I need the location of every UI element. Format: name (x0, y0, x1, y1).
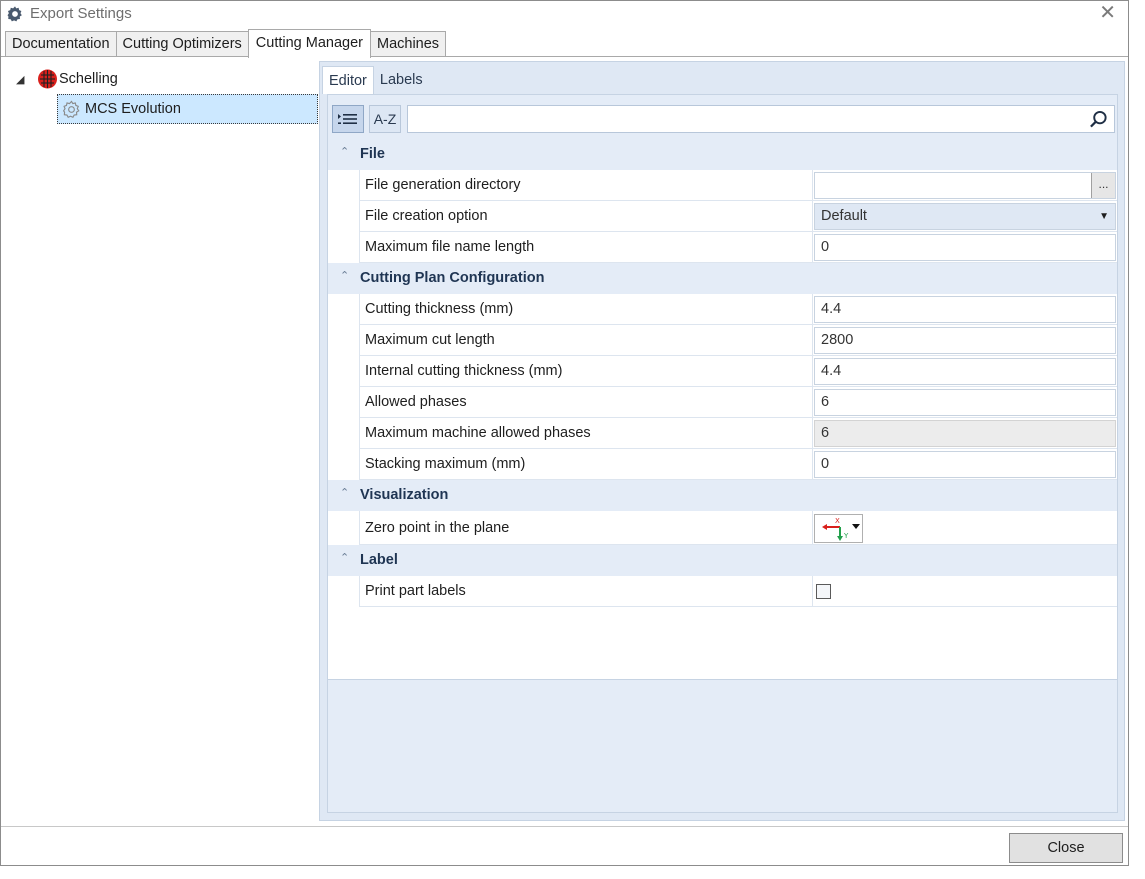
property-name: Cutting thickness (mm) (359, 294, 812, 325)
maximum-machine-allowed-phases-field: 6 (814, 420, 1116, 447)
close-button[interactable]: Close (1009, 833, 1123, 863)
description-panel (328, 680, 1117, 812)
category-visualization[interactable]: ⌃ Visualization (328, 480, 1117, 511)
settings-pane: Editor Labels A-Z ⌃ File File generation… (319, 61, 1125, 821)
search-icon[interactable] (1089, 110, 1108, 129)
category-label: Cutting Plan Configuration (360, 270, 545, 286)
file-creation-option-dropdown[interactable]: Default ▼ (814, 203, 1116, 230)
property-name: Zero point in the plane (359, 511, 812, 545)
chevron-up-icon[interactable]: ⌃ (340, 269, 349, 282)
tree-item-mcs-evolution[interactable]: MCS Evolution (57, 94, 318, 124)
sub-tab-strip: Editor Labels (322, 66, 429, 94)
property-row: Maximum cut length 2800 (328, 325, 1117, 356)
property-row: Maximum file name length 0 (328, 232, 1117, 263)
categorized-view-button[interactable] (332, 105, 364, 133)
category-cutting-plan-configuration[interactable]: ⌃ Cutting Plan Configuration (328, 263, 1117, 294)
property-row: Stacking maximum (mm) 0 (328, 449, 1117, 480)
category-file[interactable]: ⌃ File (328, 139, 1117, 170)
svg-text:X: X (835, 517, 840, 525)
export-settings-dialog: Export Settings ✕ Documentation Cutting … (0, 0, 1129, 866)
main-tab-strip: Documentation Cutting Optimizers Cutting… (5, 29, 447, 58)
category-label: Label (360, 552, 398, 568)
property-row: File generation directory ... (328, 170, 1117, 201)
property-name: File generation directory (359, 170, 812, 201)
internal-cutting-thickness-field[interactable]: 4.4 (814, 358, 1116, 385)
gear-icon (7, 6, 22, 22)
category-label: Visualization (360, 487, 449, 503)
property-name: Stacking maximum (mm) (359, 449, 812, 480)
property-row: Print part labels (328, 576, 1117, 607)
cutting-thickness-field[interactable]: 4.4 (814, 296, 1116, 323)
stacking-maximum-field[interactable]: 0 (814, 451, 1116, 478)
chevron-up-icon[interactable]: ⌃ (340, 486, 349, 499)
property-name: Maximum file name length (359, 232, 812, 263)
close-icon[interactable]: ✕ (1099, 3, 1116, 23)
tab-documentation[interactable]: Documentation (5, 31, 117, 57)
expand-collapse-icon[interactable]: ◢ (16, 73, 24, 86)
tab-cutting-optimizers[interactable]: Cutting Optimizers (115, 31, 249, 57)
search-input[interactable] (407, 105, 1115, 133)
machine-tree: ◢ Schelling MCS Evolution (1, 57, 319, 825)
chevron-up-icon[interactable]: ⌃ (340, 145, 349, 158)
tree-item-schelling[interactable]: Schelling (59, 71, 118, 87)
property-name: File creation option (359, 201, 812, 232)
chevron-up-icon[interactable]: ⌃ (340, 551, 349, 564)
file-generation-directory-field[interactable]: ... (814, 172, 1116, 199)
zero-point-dropdown[interactable]: X Y (814, 514, 863, 543)
footer-divider (1, 826, 1128, 827)
browse-button[interactable]: ... (1091, 173, 1115, 198)
property-grid: ⌃ File File generation directory ... Fil… (328, 139, 1117, 607)
allowed-phases-field[interactable]: 6 (814, 389, 1116, 416)
categorized-list-icon (338, 114, 357, 124)
property-name: Maximum machine allowed phases (359, 418, 812, 449)
title-bar: Export Settings ✕ (1, 1, 1128, 28)
tab-cutting-manager[interactable]: Cutting Manager (247, 29, 371, 58)
property-row: File creation option Default ▼ (328, 201, 1117, 232)
property-editor: A-Z ⌃ File File generation directory ...… (327, 94, 1118, 813)
tab-machines[interactable]: Machines (370, 31, 447, 57)
dropdown-arrow-icon: ▼ (1099, 211, 1109, 222)
gear-icon (62, 100, 80, 119)
property-toolbar: A-Z (328, 95, 1117, 139)
property-row: Cutting thickness (mm) 4.4 (328, 294, 1117, 325)
schelling-logo-icon (38, 69, 57, 89)
property-name: Print part labels (359, 576, 812, 607)
property-row: Maximum machine allowed phases 6 (328, 418, 1117, 449)
maximum-cut-length-field[interactable]: 2800 (814, 327, 1116, 354)
maximum-file-name-length-field[interactable]: 0 (814, 234, 1116, 261)
window-title: Export Settings (30, 5, 132, 22)
print-part-labels-checkbox[interactable] (816, 584, 831, 599)
property-name: Internal cutting thickness (mm) (359, 356, 812, 387)
property-name: Allowed phases (359, 387, 812, 418)
tab-labels[interactable]: Labels (374, 66, 429, 94)
category-label-section[interactable]: ⌃ Label (328, 545, 1117, 576)
axis-origin-icon: X Y (822, 517, 860, 541)
alphabetical-view-button[interactable]: A-Z (369, 105, 401, 133)
property-row: Internal cutting thickness (mm) 4.4 (328, 356, 1117, 387)
category-label: File (360, 146, 385, 162)
property-row: Allowed phases 6 (328, 387, 1117, 418)
svg-text:Y: Y (843, 532, 849, 540)
tree-item-label: MCS Evolution (85, 101, 181, 117)
property-name: Maximum cut length (359, 325, 812, 356)
tab-editor[interactable]: Editor (322, 66, 374, 94)
property-row: Zero point in the plane X Y (328, 511, 1117, 545)
